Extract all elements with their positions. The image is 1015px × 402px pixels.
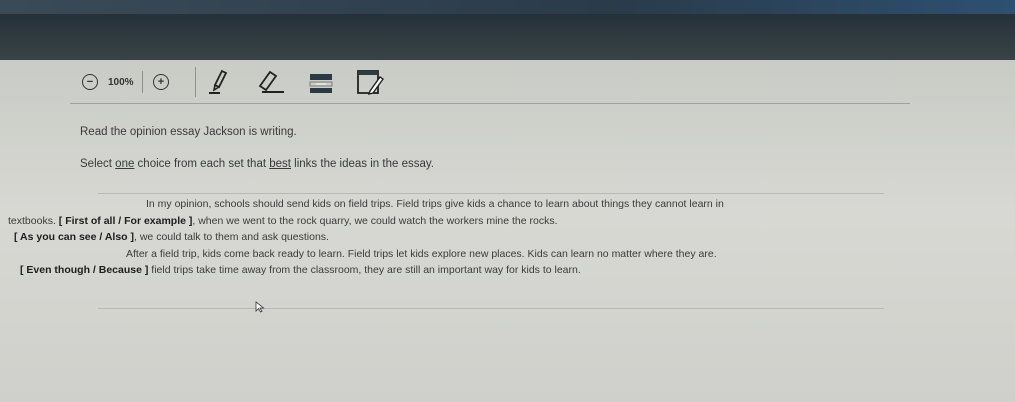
instruction-text: Select bbox=[80, 158, 116, 170]
toolbar-divider bbox=[195, 67, 196, 97]
highlighter-button[interactable] bbox=[208, 68, 234, 96]
instruction-text: links the ideas in the essay. bbox=[290, 158, 434, 170]
zoom-in-button[interactable]: + bbox=[153, 74, 169, 90]
choice-set-3[interactable]: [ Even though / Because ] bbox=[20, 264, 148, 277]
essay-text: , we could talk to them and ask question… bbox=[134, 231, 329, 243]
zoom-in-icon: + bbox=[153, 74, 169, 90]
instructions: Read the opinion essay Jackson is writin… bbox=[80, 118, 910, 170]
essay-line: [ As you can see / Also ], we could talk… bbox=[14, 229, 884, 246]
essay-line: After a field trip, kids come back ready… bbox=[126, 247, 717, 260]
zoom-out-icon: − bbox=[82, 74, 98, 90]
choice-set-2[interactable]: [ As you can see / Also ] bbox=[14, 231, 134, 244]
essay-text: , when we went to the rock quarry, we co… bbox=[192, 214, 558, 227]
underlined-one: one bbox=[115, 158, 135, 170]
toolbar: − 100% + bbox=[70, 62, 910, 102]
notepad-button[interactable] bbox=[356, 67, 384, 97]
toolbar-separator bbox=[70, 103, 910, 104]
instruction-line-2: Select one choice from each set that bes… bbox=[80, 158, 910, 170]
instruction-line-1: Read the opinion essay Jackson is writin… bbox=[80, 126, 297, 138]
essay-text: textbooks. bbox=[8, 214, 59, 227]
eraser-icon bbox=[258, 70, 284, 93]
essay-line: In my opinion, schools should send kids … bbox=[146, 198, 724, 210]
line-reader-button[interactable] bbox=[308, 68, 334, 96]
bezel-top-edge bbox=[0, 0, 1015, 14]
eraser-button[interactable] bbox=[256, 68, 286, 96]
notepad-icon bbox=[357, 70, 384, 95]
essay-line: [ Even though / Because ] field trips ta… bbox=[20, 262, 884, 279]
underlined-best: best bbox=[269, 158, 291, 170]
zoom-level: 100% bbox=[108, 71, 143, 93]
highlighter-icon bbox=[209, 69, 228, 94]
zoom-out-button[interactable]: − bbox=[82, 74, 98, 90]
choice-set-1[interactable]: [ First of all / For example ] bbox=[59, 215, 193, 228]
mouse-cursor-icon bbox=[255, 301, 265, 313]
monitor-bezel bbox=[0, 0, 1015, 64]
essay-passage: In my opinion, schools should send kids … bbox=[8, 193, 884, 309]
essay-line: textbooks. [ First of all / For example … bbox=[8, 213, 884, 230]
line-reader-icon bbox=[309, 74, 333, 93]
instruction-text: choice from each set that bbox=[134, 158, 270, 170]
essay-text: field trips take time away from the clas… bbox=[148, 264, 581, 276]
